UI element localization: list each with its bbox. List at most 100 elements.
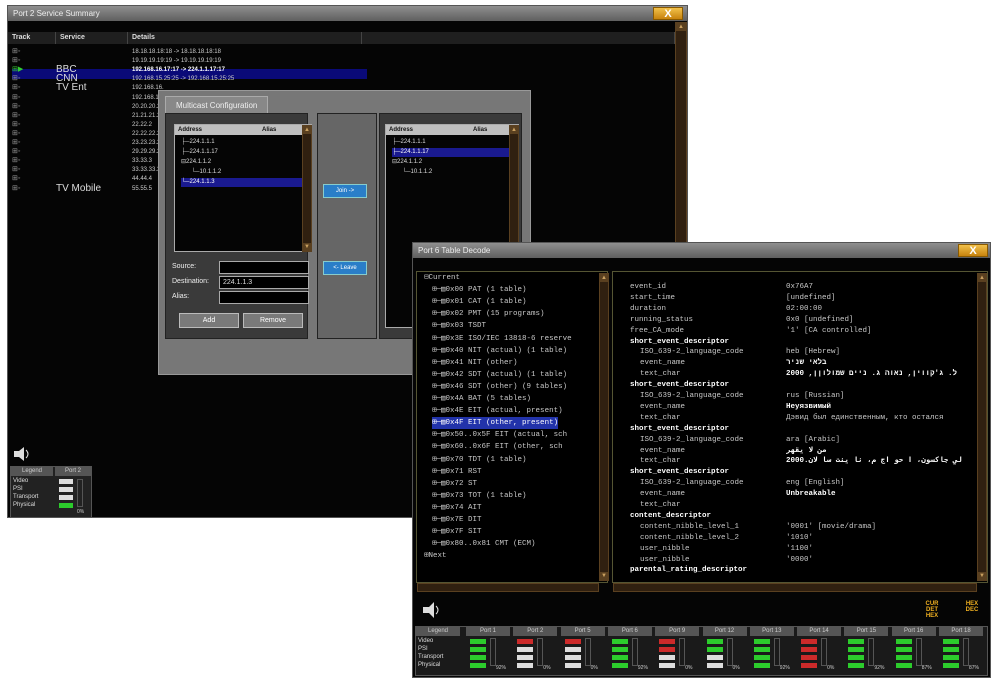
add-button[interactable]: Add <box>179 313 239 328</box>
tree-item[interactable]: ⊞─▤0x80..0x81 CMT (ECM) <box>432 538 536 550</box>
alias-field[interactable] <box>219 291 309 304</box>
col-header-service[interactable]: Service <box>56 32 128 44</box>
list-item[interactable]: ⊟224.1.1.2 <box>392 158 422 167</box>
port-tab[interactable]: Port 2 <box>513 627 558 636</box>
remove-button[interactable]: Remove <box>243 313 303 328</box>
tree-item[interactable]: ⊞─▤0x71 RST <box>432 466 482 478</box>
available-address-list[interactable]: Address Alias ├─224.1.1.1 ├─224.1.1.17 ⊟… <box>174 124 312 252</box>
tree-item[interactable]: ⊞─▤0x40 NIT (actual) (1 table) <box>432 345 567 357</box>
detail-horizontal-scrollbar[interactable] <box>613 583 977 592</box>
tree-item[interactable]: ⊞─▤0x41 NIT (other) <box>432 357 518 369</box>
field-name: event_name <box>640 402 686 411</box>
list-item[interactable]: └─10.1.1.2 <box>191 168 221 177</box>
tree-item[interactable]: ⊞─▤0x72 ST <box>432 478 477 490</box>
tree-item[interactable]: ⊞─▤0x7F SIT <box>432 526 482 538</box>
join-button[interactable]: Join -> <box>323 184 367 198</box>
tree-item[interactable]: ⊞─▤0x73 TOT (1 table) <box>432 490 527 502</box>
expand-icon[interactable]: ⊞◦ <box>12 148 28 156</box>
tree-item[interactable]: ⊞─▤0x03 TSDT <box>432 320 486 332</box>
tree-item[interactable]: ⊞─▤0x00 PAT (1 table) <box>432 284 527 296</box>
hex-dec-button[interactable]: HEX DEC <box>961 601 983 613</box>
list-header-alias[interactable]: Alias <box>259 125 303 135</box>
tree-item[interactable]: ⊞─▤0x42 SDT (actual) (1 table) <box>432 369 567 381</box>
status-bar <box>801 655 818 660</box>
play-icon[interactable]: ⊞▶ <box>12 66 28 74</box>
close-button[interactable]: X <box>958 244 988 257</box>
expand-icon[interactable]: ⊞◦ <box>12 130 28 138</box>
col-header-details[interactable]: Details <box>128 32 362 44</box>
field-value: من لا يقهر <box>786 446 827 455</box>
col-header-track[interactable]: Track <box>8 32 56 44</box>
tree-item[interactable]: ⊟Current <box>424 272 460 284</box>
leave-button[interactable]: <- Leave <box>323 261 367 275</box>
speaker-icon[interactable] <box>421 601 443 619</box>
tree-item[interactable]: ⊞─▤0x46 SDT (other) (9 tables) <box>432 381 567 393</box>
port-tab[interactable]: Port 14 <box>797 627 842 636</box>
expand-icon[interactable]: ⊞◦ <box>12 166 28 174</box>
expand-icon[interactable]: ⊞◦ <box>12 121 28 129</box>
list-item[interactable]: └─10.1.1.2 <box>402 168 432 177</box>
tab-multicast-configuration[interactable]: Multicast Configuration <box>165 96 269 113</box>
table-icon: ⊞─▤ <box>432 298 446 307</box>
tree-item[interactable]: ⊞─▤0x74 AIT <box>432 502 482 514</box>
list-header-address[interactable]: Address <box>386 125 470 135</box>
legend-psi: PSI <box>13 486 23 492</box>
list-item[interactable]: ├─224.1.1.1 <box>181 138 215 147</box>
list-item-selected[interactable]: └─224.1.1.3 <box>181 178 303 187</box>
tree-vertical-scrollbar[interactable]: ▲ ▼ <box>599 273 609 581</box>
list-scrollbar[interactable]: ▲▼ <box>302 125 312 252</box>
port-tab[interactable]: Port 16 <box>891 627 936 636</box>
list-item[interactable]: ⊟224.1.1.2 <box>181 158 211 167</box>
detail-vertical-scrollbar[interactable]: ▲ ▼ <box>977 273 987 581</box>
expand-icon[interactable]: ⊞◦ <box>12 139 28 147</box>
tree-item[interactable]: ⊞─▤0x4E EIT (actual, present) <box>432 405 563 417</box>
field-name: event_name <box>640 446 686 455</box>
expand-icon[interactable]: ⊞◦ <box>12 84 28 92</box>
destination-field[interactable]: 224.1.1.3 <box>219 276 309 289</box>
expand-icon[interactable]: ⊞◦ <box>12 94 28 102</box>
expand-icon[interactable]: ⊞◦ <box>12 175 28 183</box>
port-tab[interactable]: Port 15 <box>844 627 889 636</box>
port-percent: 92% <box>874 665 885 671</box>
tree-item[interactable]: ⊞─▤0x7E DIT <box>432 514 482 526</box>
tree-item[interactable]: ⊞─▤0x3E ISO/IEC 13818-6 reserve <box>432 333 572 345</box>
list-item[interactable]: ├─224.1.1.1 <box>392 138 426 147</box>
tree-item[interactable]: ⊞─▤0x01 CAT (1 table) <box>432 296 527 308</box>
expand-icon[interactable]: ⊞◦ <box>12 75 28 83</box>
list-item[interactable]: ├─224.1.1.17 <box>181 148 218 157</box>
list-header-address[interactable]: Address <box>175 125 259 135</box>
table-icon: ⊞─▤ <box>432 358 446 367</box>
port-tab[interactable]: Port 9 <box>655 627 700 636</box>
port-tab[interactable]: Port 13 <box>749 627 794 636</box>
expand-icon[interactable]: ⊞◦ <box>12 48 28 56</box>
port-tab[interactable]: Port 18 <box>939 627 983 636</box>
tree-item[interactable]: ⊞─▤0x50..0x5F EIT (actual, sch <box>432 429 567 441</box>
tree-item-selected[interactable]: ⊞─▤0x4F EIT (other, present) <box>432 417 559 430</box>
tree-item[interactable]: ⊞─▤0x70 TDT (1 table) <box>432 454 527 466</box>
expand-icon[interactable]: ⊞◦ <box>12 103 28 111</box>
tree-item[interactable]: ⊞─▤0x60..0x6F EIT (other, sch <box>432 441 563 453</box>
expand-icon[interactable]: ⊞◦ <box>12 112 28 120</box>
tree-item[interactable]: ⊞─▤0x4A BAT (5 tables) <box>432 393 531 405</box>
expand-icon[interactable]: ⊞◦ <box>12 57 28 65</box>
tree-item[interactable]: ⊞Next <box>424 550 447 562</box>
list-header-alias[interactable]: Alias <box>470 125 510 135</box>
tree-item[interactable]: ⊞─▤0x02 PMT (15 programs) <box>432 308 545 320</box>
legend-port-label[interactable]: Port 2 <box>55 467 91 476</box>
port-percent: 0% <box>543 665 551 671</box>
port-tab[interactable]: Port 5 <box>560 627 605 636</box>
expand-icon[interactable]: ⊞◦ <box>12 157 28 165</box>
port-tab[interactable]: Port 6 <box>607 627 652 636</box>
tree-horizontal-scrollbar[interactable] <box>417 583 599 592</box>
status-bar <box>848 655 865 660</box>
source-field[interactable] <box>219 261 309 274</box>
legend-panel: Legend Video PSI Transport Physical Port… <box>415 626 988 676</box>
cur-det-hex-button[interactable]: CUR DET HEX <box>921 601 943 619</box>
close-button[interactable]: X <box>653 7 683 20</box>
port-tab[interactable]: Port 1 <box>466 627 510 636</box>
speaker-icon[interactable] <box>12 446 32 462</box>
table-icon: ⊞─▤ <box>432 346 446 355</box>
port-tab[interactable]: Port 12 <box>702 627 747 636</box>
list-item-selected[interactable]: ├─224.1.1.17 <box>392 148 510 157</box>
expand-icon[interactable]: ⊞◦ <box>12 185 28 193</box>
